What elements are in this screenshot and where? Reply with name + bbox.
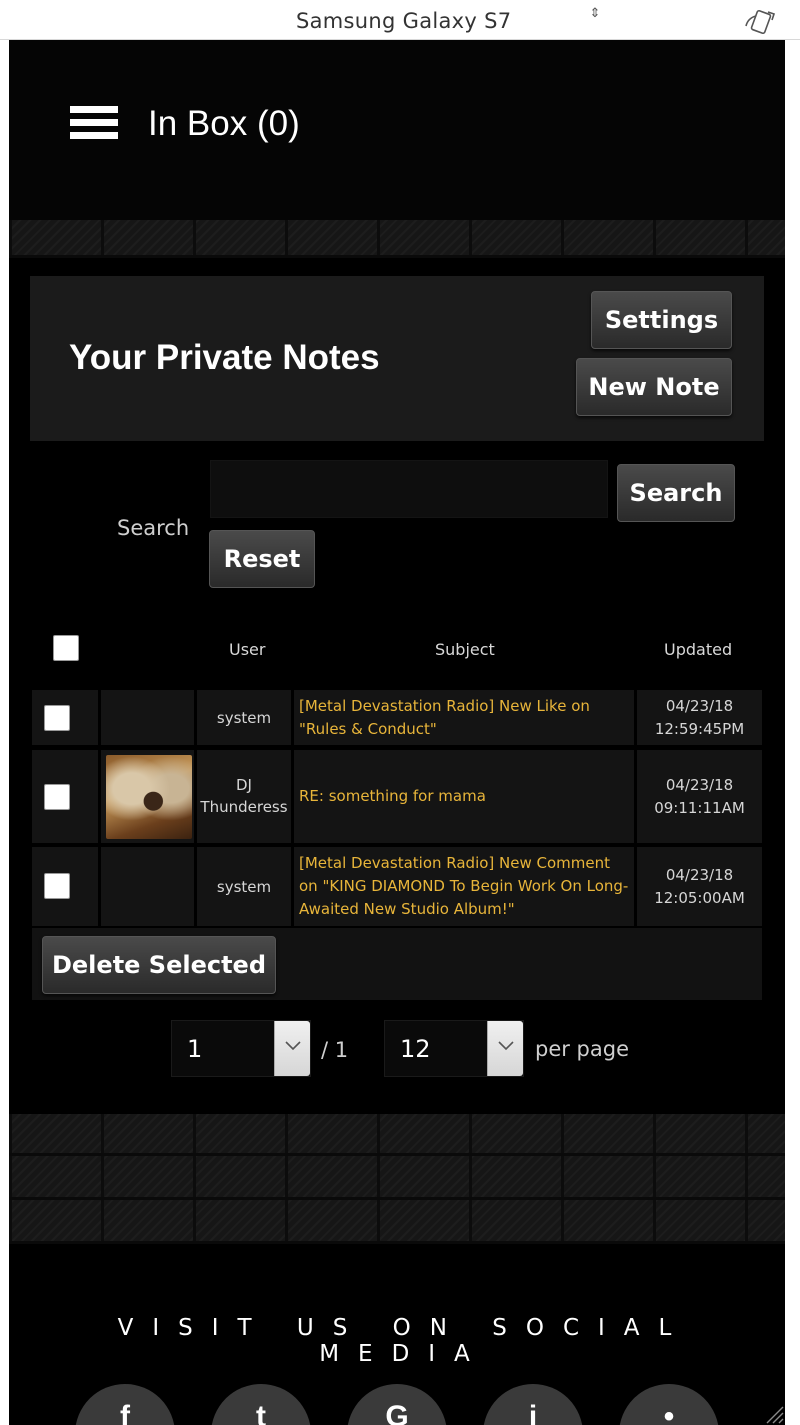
search-label: Search — [117, 516, 190, 540]
search-button[interactable]: Search — [617, 464, 735, 522]
chevron-down-icon[interactable] — [274, 1021, 310, 1076]
instagram-icon[interactable]: i — [483, 1384, 583, 1425]
facebook-icon[interactable]: f — [75, 1384, 175, 1425]
row-user-cell: DJ Thunderess — [197, 750, 294, 843]
column-header-updated[interactable]: Updated — [664, 640, 732, 659]
per-page-select-value: 12 — [400, 1035, 431, 1063]
row-updated-time: 12:05:00AM — [654, 889, 745, 907]
select-all-checkbox[interactable] — [53, 635, 79, 661]
page-count: / 1 — [321, 1038, 349, 1062]
row-updated-date: 04/23/18 — [665, 866, 734, 884]
row-subject-link[interactable]: RE: something for mama — [299, 785, 630, 808]
new-note-button[interactable]: New Note — [576, 358, 732, 416]
social-footer: VISIT US ON SOCIAL MEDIA f t G i • — [9, 1244, 785, 1425]
per-page-select[interactable]: 12 — [384, 1020, 524, 1077]
row-subject-cell: RE: something for mama — [294, 750, 637, 843]
row-user[interactable]: system — [197, 707, 291, 729]
row-updated-time: 09:11:11AM — [654, 799, 745, 817]
device-toolbar: Samsung Galaxy S7 ⇕ — [0, 0, 800, 40]
table-row[interactable]: system [Metal Devastation Radio] New Lik… — [32, 690, 762, 745]
row-updated-cell: 04/23/18 12:05:00AM — [637, 847, 762, 926]
page-select-value: 1 — [187, 1035, 203, 1063]
row-user-cell: system — [197, 847, 294, 926]
row-subject-link[interactable]: [Metal Devastation Radio] New Like on "R… — [299, 695, 630, 741]
row-subject-cell: [Metal Devastation Radio] New Like on "R… — [294, 690, 637, 745]
table-footer: Delete Selected — [32, 928, 762, 1000]
inbox-content: Your Private Notes Settings New Note Sea… — [9, 258, 785, 1114]
table-row[interactable]: DJ Thunderess RE: something for mama 04/… — [32, 750, 762, 843]
column-header-subject[interactable]: Subject — [435, 640, 495, 659]
brick-wall-divider — [9, 220, 785, 258]
app-header: In Box (0) — [9, 40, 785, 220]
row-check-cell — [32, 690, 101, 745]
page-title: In Box (0) — [148, 104, 300, 143]
resize-grip-icon[interactable] — [759, 1399, 785, 1425]
row-check-cell — [32, 847, 101, 926]
table-row[interactable]: system [Metal Devastation Radio] New Com… — [32, 847, 762, 926]
brick-wall-divider — [9, 1114, 785, 1244]
delete-selected-button[interactable]: Delete Selected — [42, 936, 276, 994]
notes-header-panel: Your Private Notes Settings New Note — [30, 276, 764, 441]
notes-heading: Your Private Notes — [69, 338, 380, 377]
row-updated-cell: 04/23/18 09:11:11AM — [637, 750, 762, 843]
search-input[interactable] — [210, 460, 608, 518]
row-user[interactable]: system — [197, 876, 291, 898]
per-page-label: per page — [535, 1037, 630, 1061]
row-subject-link[interactable]: [Metal Devastation Radio] New Comment on… — [299, 852, 630, 921]
other-icon[interactable]: • — [619, 1384, 719, 1425]
row-checkbox[interactable] — [44, 873, 70, 899]
row-updated-date: 04/23/18 — [665, 697, 734, 715]
rotate-device-icon[interactable] — [742, 8, 778, 36]
google-plus-icon[interactable]: G — [347, 1384, 447, 1425]
row-avatar-cell — [101, 690, 197, 745]
settings-button[interactable]: Settings — [591, 291, 732, 349]
column-header-user[interactable]: User — [229, 640, 265, 659]
row-subject-cell: [Metal Devastation Radio] New Comment on… — [294, 847, 637, 926]
row-avatar-cell — [101, 847, 197, 926]
pagination: 1 / 1 12 per page — [9, 1020, 785, 1080]
menu-icon[interactable] — [70, 106, 118, 144]
reset-button[interactable]: Reset — [209, 530, 315, 588]
avatar[interactable] — [106, 755, 192, 839]
device-name[interactable]: Samsung Galaxy S7 — [296, 9, 511, 33]
twitter-icon[interactable]: t — [211, 1384, 311, 1425]
row-user-cell: system — [197, 690, 294, 745]
social-title: VISIT US ON SOCIAL MEDIA — [117, 1315, 691, 1367]
device-screen: In Box (0) Your Private Notes Settings N… — [9, 40, 785, 1425]
chevron-down-icon[interactable] — [487, 1021, 523, 1076]
row-checkbox[interactable] — [44, 784, 70, 810]
row-updated-date: 04/23/18 — [665, 776, 734, 794]
table-header: User Subject Updated — [32, 628, 764, 672]
row-avatar-cell — [101, 750, 197, 843]
row-user[interactable]: DJ Thunderess — [197, 774, 291, 818]
row-updated-cell: 04/23/18 12:59:45PM — [637, 690, 762, 745]
row-updated-time: 12:59:45PM — [654, 720, 745, 738]
page-select[interactable]: 1 — [171, 1020, 311, 1077]
device-select-arrows-icon[interactable]: ⇕ — [588, 6, 602, 19]
row-checkbox[interactable] — [44, 705, 70, 731]
row-check-cell — [32, 750, 101, 843]
